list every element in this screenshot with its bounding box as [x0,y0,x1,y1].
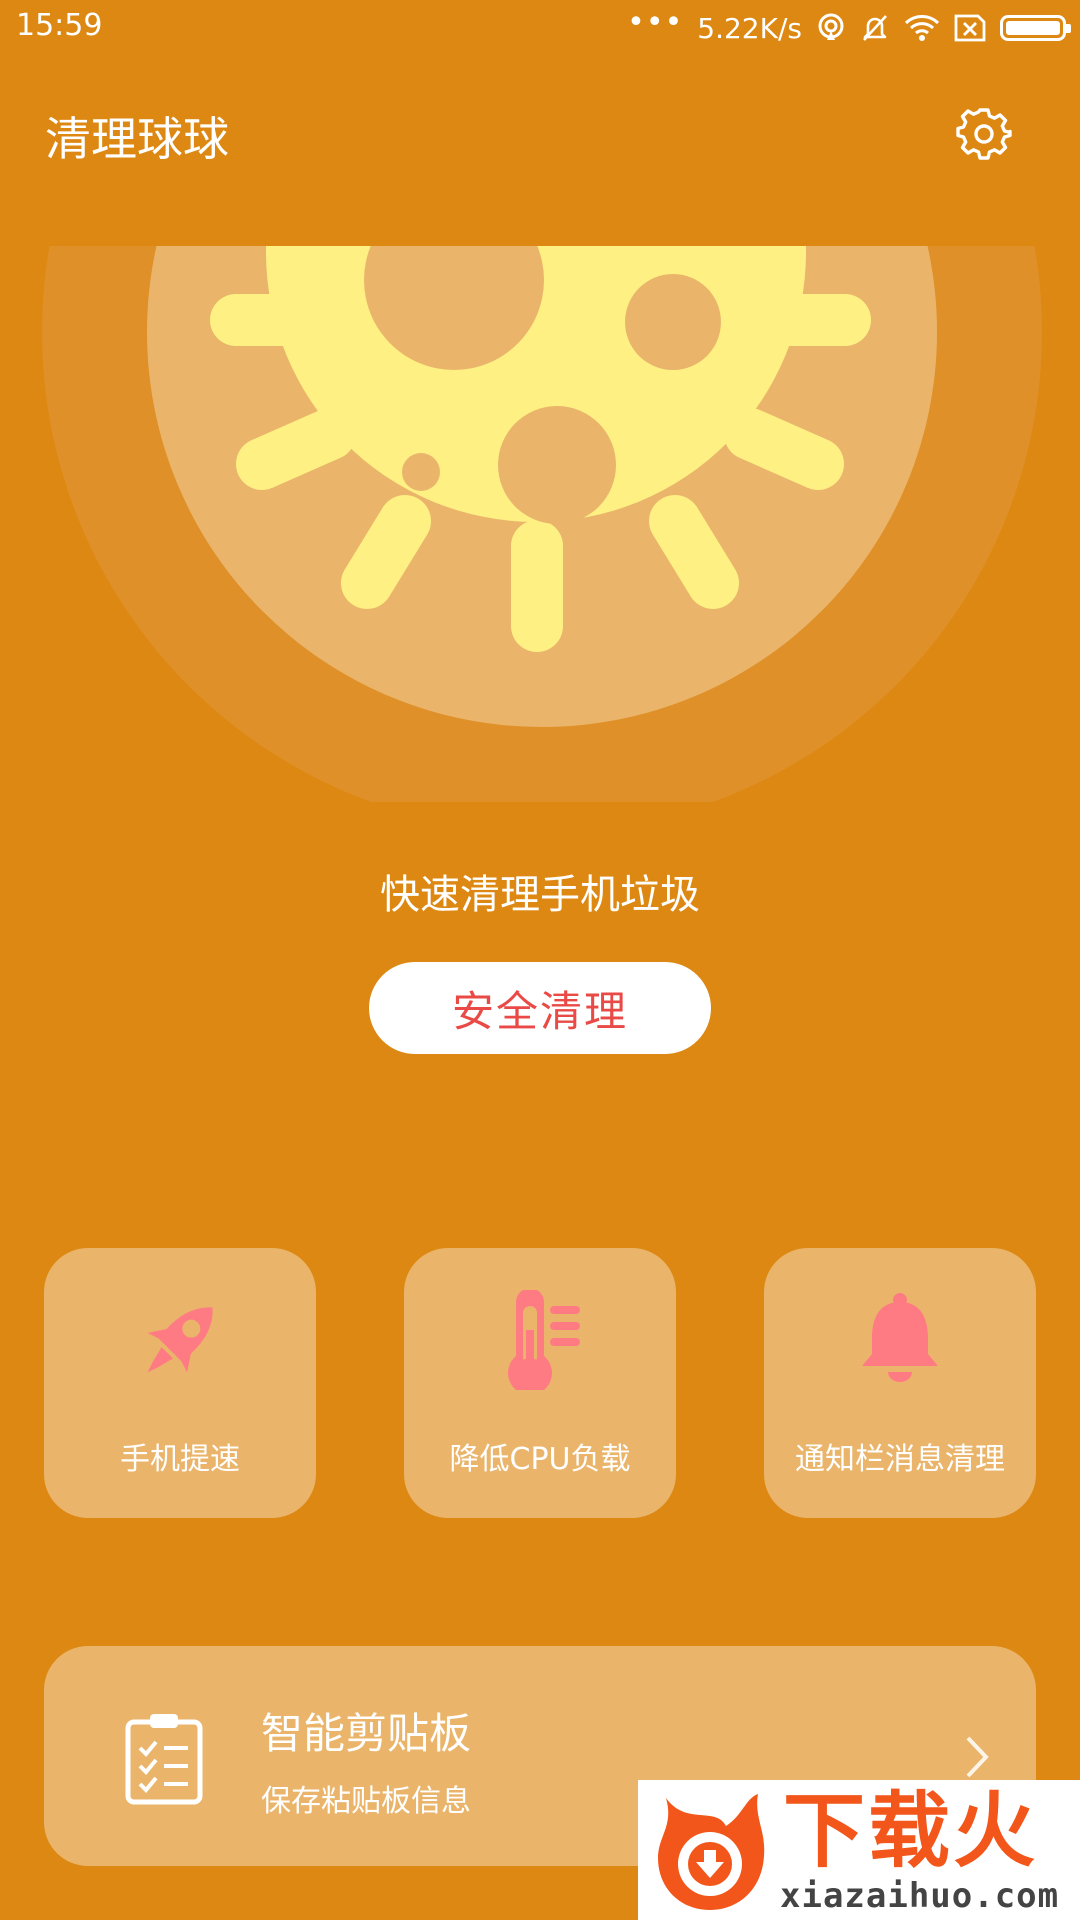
feature-tile-speed-up[interactable]: 手机提速 [44,1248,316,1518]
safe-clean-button[interactable]: 安全清理 [369,962,711,1054]
feature-tile-cpu[interactable]: 降低CPU负载 [404,1248,676,1518]
feature-label: 手机提速 [120,1442,240,1477]
status-bar: 15:59 ••• 5.22K/s [0,0,1080,56]
clipboard-title: 智能剪贴板 [261,1709,472,1758]
watermark-text: 下载火 [783,1784,1039,1879]
network-speed: 5.22K/s [697,11,802,45]
status-icons: ••• 5.22K/s [627,5,1071,48]
feature-tile-notification[interactable]: 通知栏消息清理 [764,1248,1036,1518]
virus-icon [42,246,1042,802]
app-screen: 15:59 ••• 5.22K/s 清理球球 快速清理手机垃圾 安全清理 手机提… [0,0,1080,1920]
watermark-url: xiazaihuo.com [780,1876,1060,1916]
mute-bell-icon [863,15,887,41]
sim-off-icon [954,14,986,42]
rocket-icon [147,1307,213,1373]
hero-tagline: 快速清理手机垃圾 [380,872,700,918]
chevron-right-icon [966,1736,989,1778]
clipboard-subtitle: 保存粘贴板信息 [261,1784,471,1819]
feature-label: 降低CPU负载 [449,1442,631,1477]
watermark-logo: 下载火 xiazaihuo.com [638,1780,1080,1920]
status-time: 15:59 [16,8,103,43]
flame-logo-icon [658,1794,765,1910]
battery-icon [1000,15,1071,41]
clipboard-checklist-icon [125,1714,203,1805]
app-title: 清理球球 [45,112,229,166]
more-dots: ••• [627,5,684,40]
bell-icon [862,1293,938,1382]
thermometer-icon [508,1290,580,1390]
gear-icon[interactable] [956,106,1012,162]
feature-label: 通知栏消息清理 [795,1442,1005,1477]
hotspot-icon [818,13,844,40]
wifi-icon [904,15,940,41]
